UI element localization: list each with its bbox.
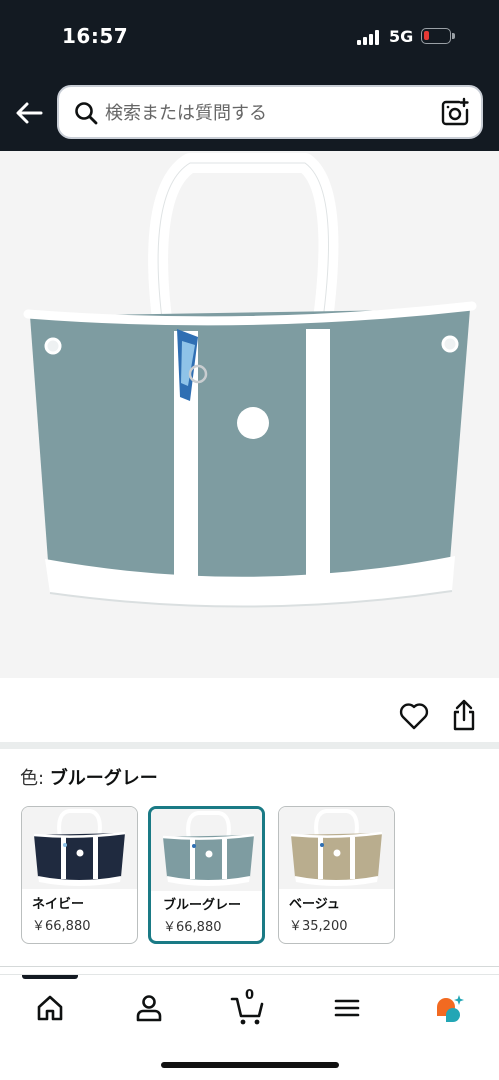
blue-gray-bag-thumbnail <box>162 811 255 886</box>
nav-cart[interactable]: 0 <box>218 988 278 1031</box>
battery-tip <box>452 33 455 39</box>
cart-count: 0 <box>245 988 255 1003</box>
top-header: 16:57 5G <box>0 0 499 151</box>
bottom-separator <box>0 966 499 967</box>
section-divider <box>0 742 499 749</box>
beige-bag-thumbnail <box>290 809 383 886</box>
swatch-name: ベージュ <box>289 897 340 912</box>
swatch-image <box>279 807 394 889</box>
tote-bag-image <box>23 153 477 608</box>
swatch-image <box>151 809 262 891</box>
color-selected-value: ブルーグレー <box>49 768 158 789</box>
color-option-navy[interactable]: ネイビー ￥66,880 <box>21 806 138 944</box>
color-label: 色: ブルーグレー <box>20 764 158 790</box>
status-time: 16:57 <box>62 24 129 48</box>
search-input[interactable] <box>105 99 425 127</box>
nav-home[interactable] <box>20 989 80 1031</box>
color-label-prefix: 色: <box>20 768 50 789</box>
network-label: 5G <box>389 27 414 46</box>
product-action-row <box>0 678 499 742</box>
home-icon <box>37 995 63 1021</box>
color-option-beige[interactable]: ベージュ ￥35,200 <box>278 806 395 944</box>
nav-account[interactable] <box>119 989 179 1031</box>
battery-level <box>424 31 429 40</box>
color-option-blue-gray[interactable]: ブルーグレー ￥66,880 <box>148 806 265 944</box>
search-icon <box>75 102 98 125</box>
hamburger-menu-icon <box>334 999 360 1017</box>
battery-icon <box>421 28 451 44</box>
swatch-image <box>22 807 137 889</box>
active-tab-indicator <box>22 975 78 979</box>
swatch-name: ネイビー <box>32 897 85 912</box>
signal-icon <box>357 30 383 45</box>
status-bar: 16:57 5G <box>0 0 499 76</box>
nav-rufus[interactable] <box>417 989 477 1031</box>
camera-plus-icon[interactable] <box>439 97 471 129</box>
rufus-chat-icon <box>437 995 464 1022</box>
home-indicator <box>161 1062 339 1068</box>
swatch-name: ブルーグレー <box>163 898 242 913</box>
arrow-left-icon <box>16 102 43 124</box>
product-image[interactable] <box>0 151 499 678</box>
nav-menu[interactable] <box>317 989 377 1031</box>
share-icon[interactable] <box>450 698 478 732</box>
navy-bag-thumbnail <box>33 809 126 886</box>
back-button[interactable] <box>12 96 46 130</box>
search-bar[interactable] <box>57 85 483 139</box>
heart-icon[interactable] <box>399 702 429 730</box>
swatch-price: ￥35,200 <box>289 919 348 934</box>
swatch-price: ￥66,880 <box>163 920 222 935</box>
user-icon <box>136 995 162 1022</box>
swatch-price: ￥66,880 <box>32 919 91 934</box>
